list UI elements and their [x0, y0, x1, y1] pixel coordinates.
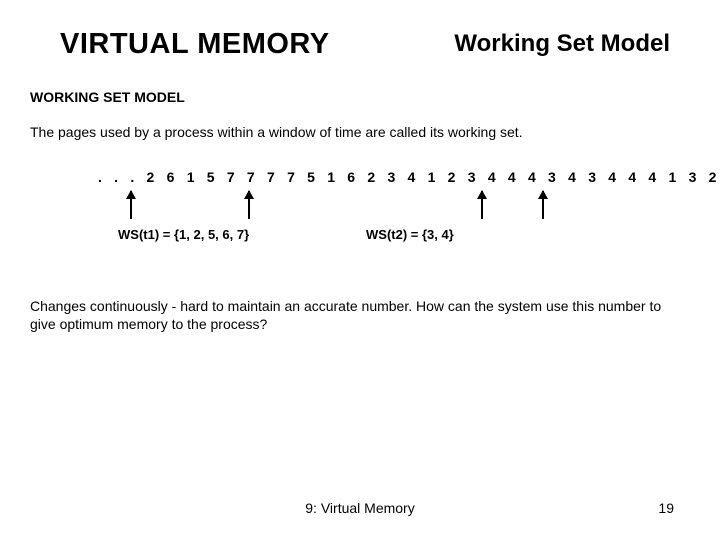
arrow-ws2-start [481, 191, 483, 219]
intro-text: The pages used by a process within a win… [0, 105, 720, 141]
slide-header: VIRTUAL MEMORY Working Set Model [0, 0, 720, 61]
body-text-question: Changes continuously - hard to maintain … [0, 279, 720, 333]
page-reference-sequence: . . . 2 6 1 5 7 7 7 7 5 1 6 2 3 4 1 2 3 … [30, 169, 690, 185]
working-set-diagram: . . . 2 6 1 5 7 7 7 7 5 1 6 2 3 4 1 2 3 … [30, 169, 690, 279]
subtitle: Working Set Model [454, 30, 670, 58]
arrow-ws1-start [130, 191, 132, 219]
arrow-ws1-end [248, 191, 250, 219]
section-heading: WORKING SET MODEL [0, 61, 720, 105]
arrow-ws2-end [542, 191, 544, 219]
main-title: VIRTUAL MEMORY [60, 28, 454, 61]
ws2-label: WS(t2) = {3, 4} [366, 227, 454, 242]
page-number: 19 [658, 500, 674, 516]
footer-center: 9: Virtual Memory [0, 500, 720, 516]
ws1-label: WS(t1) = {1, 2, 5, 6, 7} [118, 227, 249, 242]
